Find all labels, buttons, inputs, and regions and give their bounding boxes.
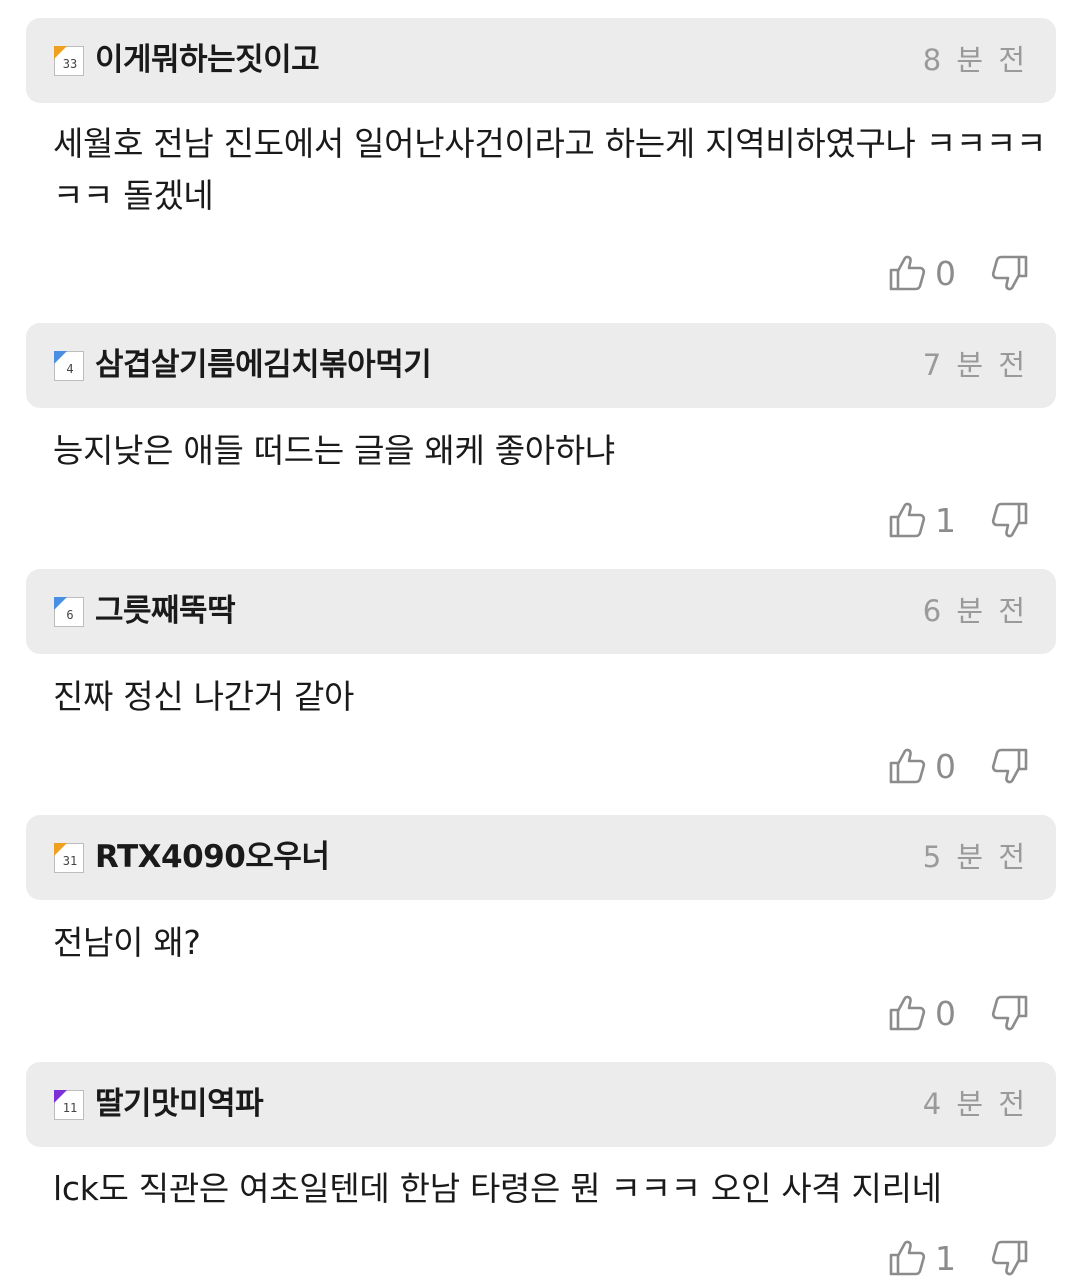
- vote-bar: 0: [887, 744, 1030, 788]
- level-badge-icon: 6: [54, 597, 84, 627]
- thumbs-down-icon: [991, 255, 1028, 291]
- thumbs-up-icon: [889, 995, 926, 1031]
- svg-text:11: 11: [63, 1101, 77, 1115]
- comment-text: 세월호 전남 진도에서 일어난사건이라고 하는게 지역비하였구나 ㅋㅋㅋㅋㅋㅋ …: [53, 124, 1046, 215]
- svg-text:33: 33: [63, 57, 77, 71]
- svg-text:4: 4: [66, 362, 73, 376]
- comment-timestamp: 5 분 전: [922, 840, 1028, 874]
- svg-text:31: 31: [63, 854, 77, 868]
- comment-timestamp: 4 분 전: [922, 1087, 1028, 1121]
- thumbs-down-icon: [991, 748, 1028, 784]
- thumbs-down-icon: [991, 1240, 1028, 1276]
- like-count: 1: [935, 1238, 956, 1278]
- username[interactable]: RTX4090오우너: [95, 815, 330, 900]
- username[interactable]: 딸기맛미역파: [95, 1062, 264, 1147]
- vote-bar: 0: [887, 991, 1030, 1035]
- dislike-button[interactable]: [990, 746, 1030, 786]
- comment-header: 31 RTX4090오우너 5 분 전: [26, 815, 1056, 900]
- comment-header: 6 그릇째뚝딱 6 분 전: [26, 569, 1056, 654]
- comment-timestamp: 8 분 전: [922, 43, 1028, 77]
- comment-timestamp: 7 분 전: [922, 348, 1028, 382]
- comment-text: lck도 직관은 여초일텐데 한남 타령은 뭔 ㅋㅋㅋ 오인 사격 지리네: [53, 1169, 942, 1208]
- comment-text: 능지낮은 애들 떠드는 글을 왜케 좋아하냐: [53, 431, 615, 470]
- like-button[interactable]: 1: [887, 1238, 990, 1278]
- vote-bar: 1: [887, 1236, 1030, 1280]
- like-count: 0: [935, 993, 956, 1033]
- username[interactable]: 그릇째뚝딱: [95, 569, 236, 654]
- like-button[interactable]: 1: [887, 500, 990, 540]
- thumbs-up-icon: [889, 255, 926, 291]
- thumbs-up-icon: [889, 502, 926, 538]
- like-count: 0: [935, 253, 956, 293]
- comment-text: 전남이 왜?: [53, 923, 201, 962]
- level-badge-icon: 4: [54, 351, 84, 381]
- dislike-button[interactable]: [990, 500, 1030, 540]
- comment-header: 4 삼겹살기름에김치볶아먹기 7 분 전: [26, 323, 1056, 408]
- level-badge-icon: 31: [54, 843, 84, 873]
- like-count: 1: [935, 500, 956, 540]
- vote-bar: 1: [887, 498, 1030, 542]
- like-button[interactable]: 0: [887, 253, 990, 293]
- comment-timestamp: 6 분 전: [922, 594, 1028, 628]
- level-badge-icon: 11: [54, 1090, 84, 1120]
- like-count: 0: [935, 746, 956, 786]
- username[interactable]: 이게뭐하는짓이고: [95, 18, 320, 103]
- dislike-button[interactable]: [990, 253, 1030, 293]
- like-button[interactable]: 0: [887, 746, 990, 786]
- username[interactable]: 삼겹살기름에김치볶아먹기: [95, 323, 432, 408]
- svg-text:6: 6: [66, 608, 73, 622]
- thumbs-down-icon: [991, 502, 1028, 538]
- level-badge-icon: 33: [54, 46, 84, 76]
- thumbs-up-icon: [889, 1240, 926, 1276]
- like-button[interactable]: 0: [887, 993, 990, 1033]
- thumbs-up-icon: [889, 748, 926, 784]
- thumbs-down-icon: [991, 995, 1028, 1031]
- vote-bar: 0: [887, 251, 1030, 295]
- comment-text: 진짜 정신 나간거 같아: [53, 677, 355, 716]
- comment-header: 11 딸기맛미역파 4 분 전: [26, 1062, 1056, 1147]
- dislike-button[interactable]: [990, 1238, 1030, 1278]
- comment-header: 33 이게뭐하는짓이고 8 분 전: [26, 18, 1056, 103]
- dislike-button[interactable]: [990, 993, 1030, 1033]
